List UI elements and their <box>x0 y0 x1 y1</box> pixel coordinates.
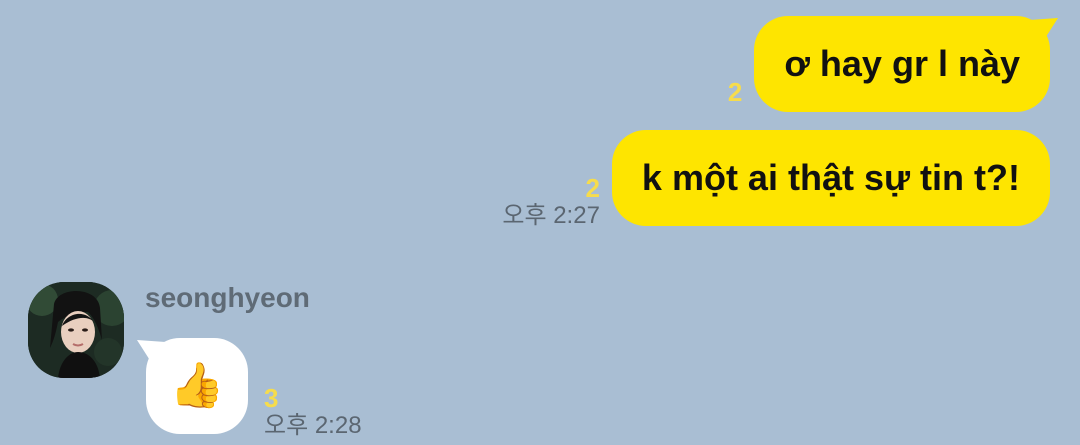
message-meta: 2 <box>728 78 742 112</box>
chat-area: 2 ơ hay gr l này 2 오후 2:27 k một ai thật… <box>0 0 1080 445</box>
thumbs-up-icon: 👍 <box>169 361 225 410</box>
unread-count: 2 <box>727 77 743 107</box>
timestamp: 오후 2:27 <box>502 202 600 229</box>
message-text: k một ai thật sự tin t?! <box>641 157 1020 198</box>
outgoing-message-row: 2 오후 2:27 k một ai thật sự tin t?! <box>502 130 1050 229</box>
avatar[interactable] <box>28 282 124 378</box>
unread-count: 2 <box>585 173 600 203</box>
outgoing-bubble[interactable]: k một ai thật sự tin t?! <box>611 130 1050 226</box>
unread-count: 3 <box>264 383 279 413</box>
incoming-bubble[interactable]: 👍 <box>146 338 248 434</box>
sender-name[interactable]: seonghyeon <box>145 280 310 316</box>
message-text: ơ hay gr l này <box>784 43 1020 84</box>
message-meta: 2 오후 2:27 <box>502 174 600 230</box>
outgoing-message-row: 2 ơ hay gr l này <box>728 16 1050 112</box>
timestamp: 오후 2:28 <box>264 412 362 439</box>
profile-photo-icon <box>28 282 124 378</box>
message-meta: 3 오후 2:28 <box>264 384 362 440</box>
outgoing-bubble[interactable]: ơ hay gr l này <box>754 16 1050 112</box>
incoming-message-row: 👍 3 오후 2:28 <box>146 338 362 439</box>
